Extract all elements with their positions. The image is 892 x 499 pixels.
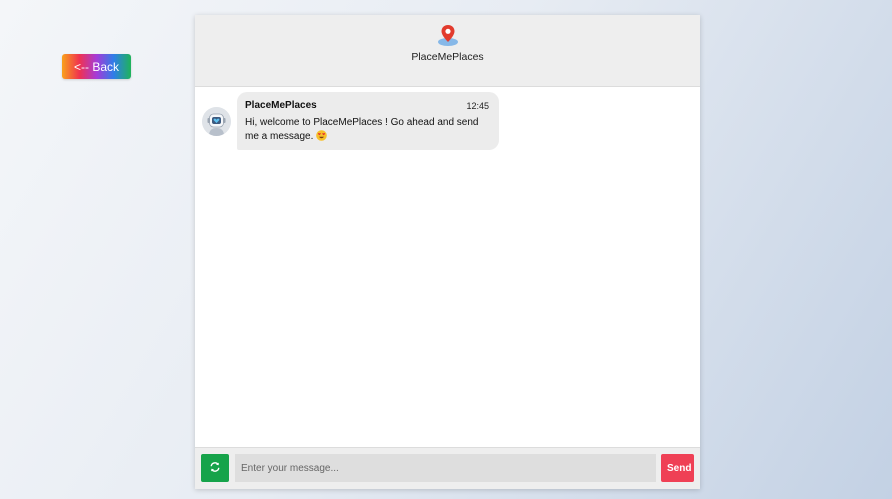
message-item: PlaceMePlaces 12:45 Hi, welcome to Place… <box>202 92 499 150</box>
map-pin-icon <box>436 23 460 47</box>
smiling-face-with-heart-eyes-icon <box>316 130 327 146</box>
chat-header: PlaceMePlaces <box>195 15 700 87</box>
refresh-button[interactable] <box>201 454 229 482</box>
message-text-wrapper: Hi, welcome to PlaceMePlaces ! Go ahead … <box>245 116 489 146</box>
robot-avatar-icon <box>202 106 231 136</box>
message-input[interactable] <box>235 454 656 482</box>
refresh-icon <box>209 461 221 476</box>
chat-window: PlaceMePlaces PlaceMePlaces 12:45 Hi, we… <box>195 15 700 489</box>
back-button[interactable]: <-- Back <box>62 54 131 79</box>
message-sender: PlaceMePlaces <box>245 100 317 111</box>
message-list: PlaceMePlaces 12:45 Hi, welcome to Place… <box>195 87 700 447</box>
message-text: Hi, welcome to PlaceMePlaces ! Go ahead … <box>245 117 479 142</box>
message-time: 12:45 <box>466 100 489 111</box>
chat-title: PlaceMePlaces <box>411 51 484 63</box>
send-button[interactable]: Send <box>661 454 694 482</box>
message-input-bar: Send <box>195 447 700 489</box>
message-bubble: PlaceMePlaces 12:45 Hi, welcome to Place… <box>237 92 499 150</box>
